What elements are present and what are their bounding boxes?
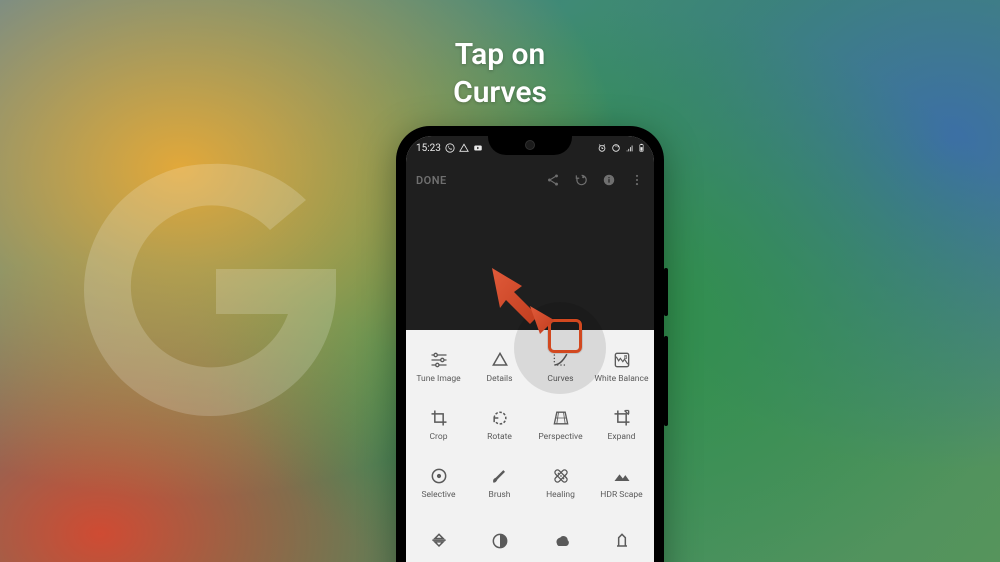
hdr-scape-icon	[612, 466, 632, 486]
selective-icon	[429, 466, 449, 486]
tool-tune-image[interactable]: Tune Image	[408, 338, 469, 396]
google-g-watermark	[60, 140, 360, 440]
crop-icon	[429, 408, 449, 428]
tool-vintage[interactable]	[591, 512, 652, 562]
vintage-icon	[612, 531, 632, 551]
snapseed-action-bar: DONE	[406, 160, 654, 200]
curves-icon	[551, 350, 571, 370]
drama-icon	[551, 531, 571, 551]
youtube-icon	[473, 143, 483, 153]
signal-icon	[625, 143, 635, 153]
viber-icon	[445, 143, 455, 153]
share-icon[interactable]	[546, 173, 560, 187]
tools-panel: Tune Image Details Curves B White Balanc…	[406, 330, 654, 562]
sync-icon	[611, 143, 621, 153]
tonal-contrast-icon	[490, 531, 510, 551]
tool-curves[interactable]: Curves	[530, 338, 591, 396]
details-icon	[490, 350, 510, 370]
tool-label: Brush	[489, 490, 511, 500]
healing-icon	[551, 466, 571, 486]
tool-drama[interactable]	[530, 512, 591, 562]
status-left-cluster: 15:23	[416, 143, 483, 154]
white-balance-icon: B	[612, 350, 632, 370]
front-camera-icon	[525, 140, 535, 150]
tool-details[interactable]: Details	[469, 338, 530, 396]
instruction-line1: Tap on	[455, 37, 546, 72]
tool-tonal-contrast[interactable]	[469, 512, 530, 562]
phone-screen: 15:23 DONE	[406, 136, 654, 562]
rotate-icon	[490, 408, 510, 428]
tune-image-icon	[429, 350, 449, 370]
expand-icon	[612, 408, 632, 428]
tool-brush[interactable]: Brush	[469, 454, 530, 512]
info-icon[interactable]	[602, 173, 616, 187]
instruction-text: Tap on Curves	[0, 36, 1000, 111]
tutorial-slide: Tap on Curves 15:23	[0, 0, 1000, 562]
tool-label: Tune Image	[416, 374, 460, 384]
tool-selective[interactable]: Selective	[408, 454, 469, 512]
done-button[interactable]: DONE	[416, 174, 447, 187]
tool-crop[interactable]: Crop	[408, 396, 469, 454]
tool-healing[interactable]: Healing	[530, 454, 591, 512]
phone-frame: 15:23 DONE	[396, 126, 664, 562]
warning-icon	[459, 143, 469, 153]
tool-label: Selective	[422, 490, 456, 500]
tool-label: Crop	[430, 432, 448, 442]
tool-label: HDR Scape	[600, 490, 642, 500]
tool-label: White Balance	[595, 374, 649, 384]
tool-hdr-scape[interactable]: HDR Scape	[591, 454, 652, 512]
phone-side-button	[664, 336, 668, 426]
image-canvas-area	[406, 200, 654, 330]
tool-glamour-glow[interactable]	[408, 512, 469, 562]
tool-label: Healing	[546, 490, 575, 500]
tool-label: Expand	[608, 432, 636, 442]
battery-icon	[639, 143, 644, 153]
tool-label: Rotate	[487, 432, 512, 442]
edit-history-icon[interactable]	[574, 173, 588, 187]
tool-expand[interactable]: Expand	[591, 396, 652, 454]
overflow-menu-icon[interactable]	[630, 173, 644, 187]
tool-label: Curves	[547, 374, 573, 384]
tool-perspective[interactable]: Perspective	[530, 396, 591, 454]
glamour-glow-icon	[429, 531, 449, 551]
phone-side-button	[664, 268, 668, 316]
brush-icon	[490, 466, 510, 486]
status-right-cluster	[597, 143, 644, 153]
phone-notch	[488, 136, 572, 155]
instruction-line2: Curves	[453, 75, 547, 110]
perspective-icon	[551, 408, 571, 428]
tool-label: Details	[486, 374, 512, 384]
alarm-icon	[597, 143, 607, 153]
svg-text:B: B	[624, 355, 627, 361]
tool-label: Perspective	[538, 432, 582, 442]
status-time: 15:23	[416, 143, 441, 154]
tool-rotate[interactable]: Rotate	[469, 396, 530, 454]
tool-white-balance[interactable]: B White Balance	[591, 338, 652, 396]
